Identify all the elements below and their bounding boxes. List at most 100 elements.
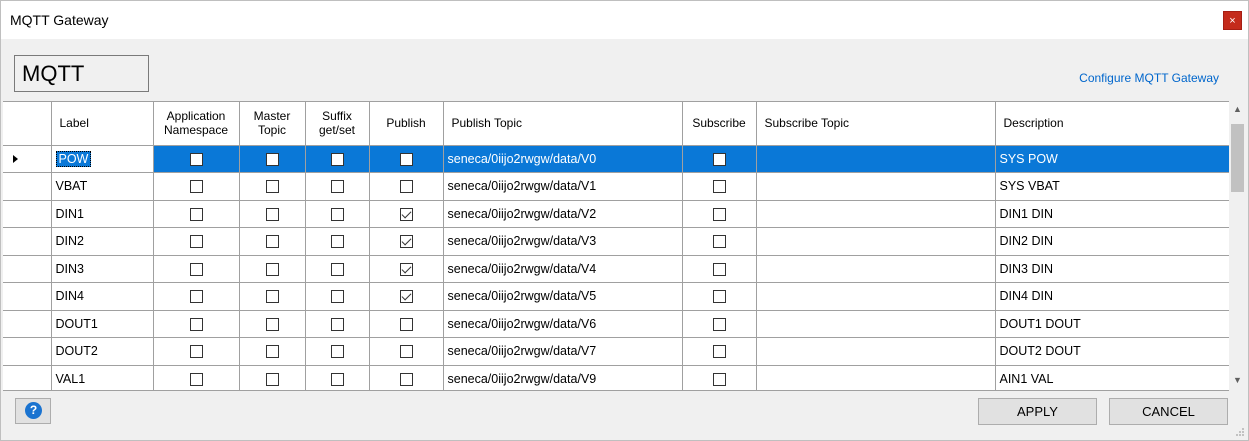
table-row[interactable]: DIN2 seneca/0iijo2rwgw/data/V3 DIN2 DIN [3,227,1229,256]
subscribe-checkbox[interactable] [712,290,726,304]
subscribe-topic-cell[interactable] [756,310,996,338]
publish-topic-cell[interactable]: seneca/0iijo2rwgw/data/V3 [443,227,683,256]
column-header-subscribe-topic[interactable]: Subscribe Topic [756,102,996,146]
vertical-scrollbar[interactable]: ▲ ▼ [1229,101,1246,389]
subscribe-topic-cell[interactable] [756,365,996,390]
application-namespace-checkbox[interactable] [189,235,203,249]
publish-topic-cell[interactable]: seneca/0iijo2rwgw/data/V5 [443,282,683,311]
row-header[interactable] [3,282,52,311]
master-topic-checkbox[interactable] [265,235,279,249]
label-cell[interactable]: DIN1 [51,200,154,228]
subscribe-topic-cell[interactable] [756,282,996,311]
row-header[interactable] [3,145,52,173]
table-row[interactable]: DIN3 seneca/0iijo2rwgw/data/V4 DIN3 DIN [3,255,1229,283]
master-topic-checkbox[interactable] [265,290,279,304]
publish-topic-cell[interactable]: seneca/0iijo2rwgw/data/V7 [443,337,683,366]
description-cell[interactable]: DIN1 DIN [995,200,1229,228]
application-namespace-checkbox[interactable] [189,152,203,166]
description-cell[interactable]: DIN3 DIN [995,255,1229,283]
table-row[interactable]: DIN1 seneca/0iijo2rwgw/data/V2 DIN1 DIN [3,200,1229,228]
publish-checkbox[interactable] [399,290,413,304]
publish-checkbox[interactable] [399,235,413,249]
column-header-master-topic[interactable]: Master Topic [239,102,306,146]
application-namespace-checkbox[interactable] [189,180,203,194]
column-header-label[interactable]: Label [51,102,154,146]
master-topic-checkbox[interactable] [265,262,279,276]
row-header[interactable] [3,310,52,338]
cancel-button[interactable]: CANCEL [1109,398,1228,425]
label-cell[interactable]: DIN3 [51,255,154,283]
suffix-get-set-checkbox[interactable] [330,290,344,304]
publish-topic-cell[interactable]: seneca/0iijo2rwgw/data/V1 [443,172,683,201]
resize-grip-icon[interactable] [1235,427,1245,437]
application-namespace-checkbox[interactable] [189,290,203,304]
scroll-down-arrow-icon[interactable]: ▼ [1229,372,1246,389]
subscribe-topic-cell[interactable] [756,227,996,256]
subscribe-checkbox[interactable] [712,152,726,166]
help-button[interactable]: ? [15,398,51,424]
label-cell[interactable]: DOUT1 [51,310,154,338]
row-header[interactable] [3,337,52,366]
column-header-publish[interactable]: Publish [369,102,444,146]
application-namespace-checkbox[interactable] [189,207,203,221]
configure-mqtt-gateway-link[interactable]: Configure MQTT Gateway [1079,71,1219,85]
subscribe-checkbox[interactable] [712,372,726,386]
label-cell[interactable]: DIN4 [51,282,154,311]
publish-topic-cell[interactable]: seneca/0iijo2rwgw/data/V6 [443,310,683,338]
suffix-get-set-checkbox[interactable] [330,152,344,166]
description-cell[interactable]: AIN1 VAL [995,365,1229,390]
table-row[interactable]: VAL1 seneca/0iijo2rwgw/data/V9 AIN1 VAL [3,365,1229,390]
suffix-get-set-checkbox[interactable] [330,372,344,386]
label-cell[interactable]: DIN2 [51,227,154,256]
publish-checkbox[interactable] [399,180,413,194]
column-header-suffix[interactable]: Suffix get/set [305,102,370,146]
subscribe-checkbox[interactable] [712,345,726,359]
row-header[interactable] [3,227,52,256]
row-header[interactable] [3,365,52,390]
publish-checkbox[interactable] [399,317,413,331]
label-cell[interactable]: VBAT [51,172,154,201]
description-cell[interactable]: SYS VBAT [995,172,1229,201]
suffix-get-set-checkbox[interactable] [330,180,344,194]
column-header-publish-topic[interactable]: Publish Topic [443,102,683,146]
suffix-get-set-checkbox[interactable] [330,235,344,249]
description-cell[interactable]: DOUT1 DOUT [995,310,1229,338]
table-row[interactable]: POW seneca/0iijo2rwgw/data/V0 SYS POW [3,145,1229,173]
column-header-application-namespace[interactable]: Application Namespace [153,102,240,146]
scroll-up-arrow-icon[interactable]: ▲ [1229,101,1246,118]
suffix-get-set-checkbox[interactable] [330,262,344,276]
publish-topic-cell[interactable]: seneca/0iijo2rwgw/data/V9 [443,365,683,390]
publish-checkbox[interactable] [399,262,413,276]
application-namespace-checkbox[interactable] [189,262,203,276]
table-row[interactable]: DIN4 seneca/0iijo2rwgw/data/V5 DIN4 DIN [3,282,1229,311]
description-cell[interactable]: SYS POW [995,145,1229,173]
application-namespace-checkbox[interactable] [189,372,203,386]
application-namespace-checkbox[interactable] [189,317,203,331]
subscribe-checkbox[interactable] [712,207,726,221]
master-topic-checkbox[interactable] [265,317,279,331]
row-header[interactable] [3,255,52,283]
description-cell[interactable]: DIN4 DIN [995,282,1229,311]
master-topic-checkbox[interactable] [265,372,279,386]
table-row[interactable]: DOUT1 seneca/0iijo2rwgw/data/V6 DOUT1 DOUT [3,310,1229,338]
publish-topic-cell[interactable]: seneca/0iijo2rwgw/data/V2 [443,200,683,228]
publish-checkbox[interactable] [399,207,413,221]
description-cell[interactable]: DOUT2 DOUT [995,337,1229,366]
publish-checkbox[interactable] [399,152,413,166]
close-button[interactable]: × [1223,11,1242,30]
master-topic-checkbox[interactable] [265,345,279,359]
label-cell[interactable]: POW [51,145,154,173]
publish-checkbox[interactable] [399,345,413,359]
table-row[interactable]: DOUT2 seneca/0iijo2rwgw/data/V7 DOUT2 DOUT [3,337,1229,366]
master-topic-checkbox[interactable] [265,152,279,166]
publish-topic-cell[interactable]: seneca/0iijo2rwgw/data/V4 [443,255,683,283]
label-cell[interactable]: DOUT2 [51,337,154,366]
publish-checkbox[interactable] [399,372,413,386]
subscribe-topic-cell[interactable] [756,145,996,173]
table-row[interactable]: VBAT seneca/0iijo2rwgw/data/V1 SYS VBAT [3,172,1229,201]
row-header[interactable] [3,200,52,228]
publish-topic-cell[interactable]: seneca/0iijo2rwgw/data/V0 [443,145,683,173]
column-header-subscribe[interactable]: Subscribe [682,102,757,146]
subscribe-checkbox[interactable] [712,317,726,331]
subscribe-checkbox[interactable] [712,180,726,194]
